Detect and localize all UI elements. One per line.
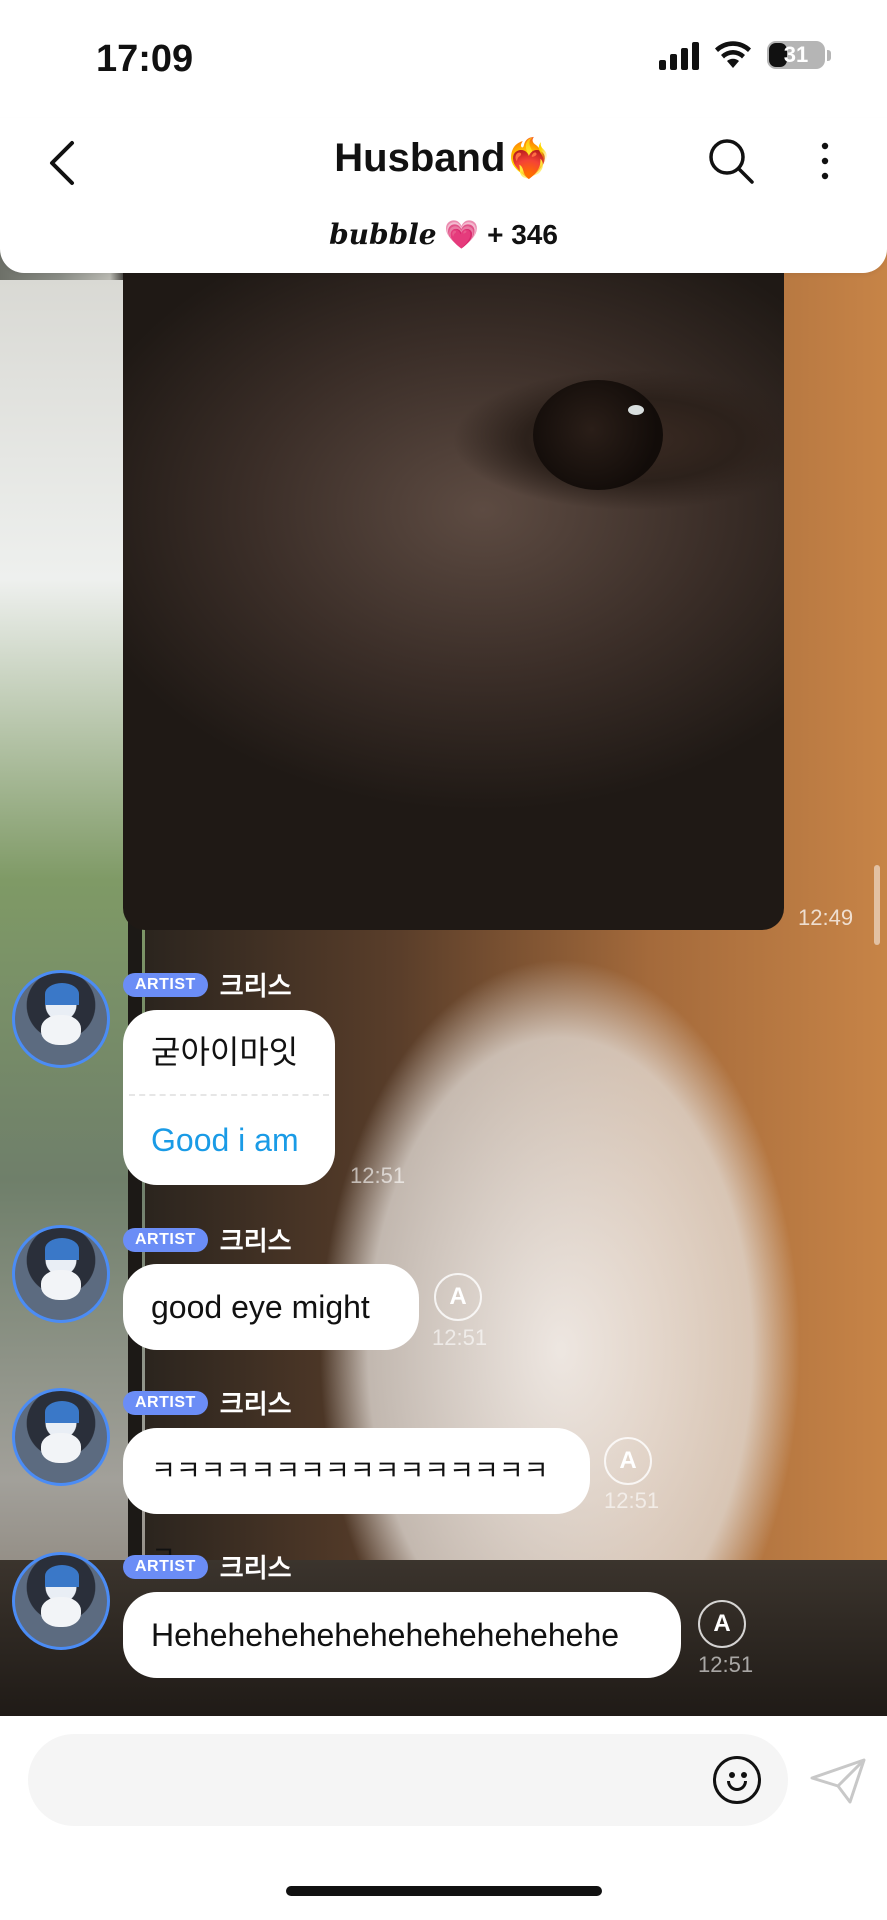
translated-text: Good i am	[151, 1122, 299, 1158]
photo-message[interactable]	[123, 250, 784, 930]
sender-row: ARTIST 크리스	[123, 966, 292, 1003]
artist-avatar[interactable]	[12, 1225, 110, 1323]
message-time: 12:51	[698, 1652, 754, 1677]
message-input[interactable]	[28, 1734, 788, 1826]
artist-badge: ARTIST	[123, 972, 208, 997]
chat-header: Husband❤️‍🔥 bubble 💗 + 346	[0, 118, 887, 273]
pink-heart-icon: 💗	[444, 219, 480, 250]
battery-icon: 31	[767, 41, 825, 69]
translate-icon[interactable]: A	[434, 1273, 482, 1321]
message-text: 굳아이마잇	[151, 1034, 299, 1070]
message-time: 12:51	[432, 1325, 488, 1350]
message-bubble[interactable]: Hehehehehehehehehehehehehe	[123, 1592, 681, 1678]
sender-name: 크리스	[219, 1226, 292, 1256]
subscriber-count: + 346	[487, 219, 558, 250]
battery-tip	[827, 49, 831, 61]
heart-on-fire-icon: ❤️‍🔥	[505, 138, 553, 180]
scrollbar[interactable]	[874, 865, 880, 945]
artist-avatar[interactable]	[12, 970, 110, 1068]
more-options-icon[interactable]	[815, 136, 835, 186]
photo-eye-highlight	[628, 405, 644, 415]
status-icons: 31	[659, 40, 831, 70]
message-bubble[interactable]: 굳아이마잇 Good i am	[123, 1010, 335, 1185]
message-time: 12:51	[350, 1163, 406, 1188]
message-bubble[interactable]: ㅋㅋㅋㅋㅋㅋㅋㅋㅋㅋㅋㅋㅋㅋㅋㅋㅋ	[123, 1428, 590, 1572]
message-time: 12:51	[604, 1488, 660, 1513]
search-icon[interactable]	[706, 136, 756, 186]
chat-title-text: Husband	[334, 136, 506, 180]
artist-avatar[interactable]	[12, 1552, 110, 1650]
artist-badge: ARTIST	[123, 1554, 208, 1579]
photo-eye	[533, 380, 663, 490]
translate-icon[interactable]: A	[604, 1437, 652, 1485]
artist-badge: ARTIST	[123, 1227, 208, 1252]
message-bubble[interactable]: good eye might	[123, 1264, 419, 1350]
translate-icon[interactable]: A	[698, 1600, 746, 1648]
home-indicator[interactable]	[286, 1886, 602, 1896]
message-text: Hehehehehehehehehehehehehe	[151, 1617, 620, 1653]
artist-avatar[interactable]	[12, 1388, 110, 1486]
message-time: 12:49	[798, 905, 854, 930]
bubble-logo: bubble	[329, 218, 437, 251]
sender-row: ARTIST 크리스	[123, 1221, 292, 1258]
subscriber-info: bubble 💗 + 346	[0, 218, 887, 251]
wifi-icon	[715, 41, 751, 68]
status-bar: 17:09 31	[0, 0, 887, 118]
status-time: 17:09	[96, 38, 194, 80]
battery-level: 31	[783, 42, 809, 67]
sender-name: 크리스	[219, 971, 292, 1001]
emoji-icon[interactable]	[713, 1756, 761, 1804]
sender-row: ARTIST 크리스	[123, 1548, 292, 1585]
sender-row: ARTIST 크리스	[123, 1384, 292, 1421]
sender-name: 크리스	[219, 1553, 292, 1583]
cellular-signal-icon	[659, 40, 699, 70]
send-icon[interactable]	[808, 1756, 868, 1806]
message-text: good eye might	[151, 1289, 370, 1325]
sender-name: 크리스	[219, 1389, 292, 1419]
artist-badge: ARTIST	[123, 1390, 208, 1415]
